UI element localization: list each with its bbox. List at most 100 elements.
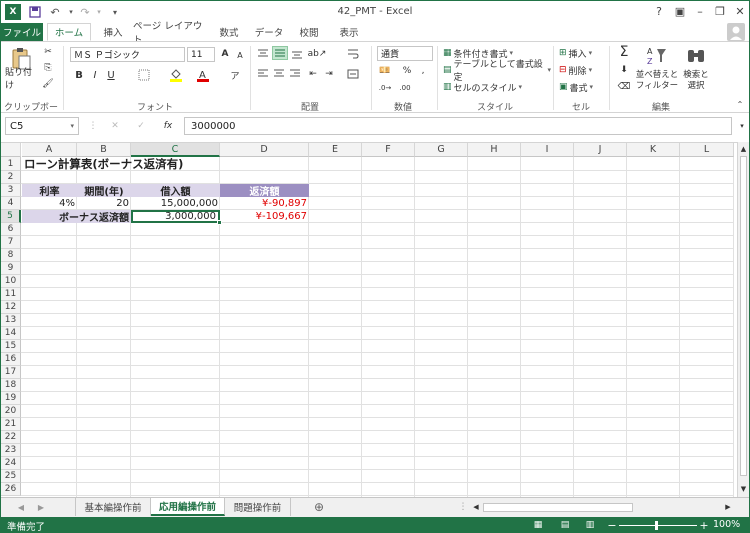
merge-center-icon[interactable] [346,68,360,80]
cell-d4[interactable]: ¥-90,897 [220,197,309,210]
align-top-icon[interactable] [256,48,270,60]
column-header-l[interactable]: L [680,143,734,157]
italic-button[interactable]: I [89,68,101,82]
increase-decimal-icon[interactable]: .0→ [377,82,393,94]
tab-formulas[interactable]: 数式 [211,23,247,41]
percent-button[interactable]: % [401,64,413,78]
formula-bar-grip-icon[interactable]: ⋮ [89,119,98,133]
shrink-font-button[interactable]: A [234,48,246,62]
clear-icon[interactable]: ⌫ [614,80,634,94]
row-header-20[interactable]: 20 [1,405,21,418]
format-as-table-button[interactable]: ▤ テーブルとして書式設定 ▾ [443,60,551,83]
row-header-2[interactable]: 2 [1,171,21,184]
minimize-button[interactable]: – [691,3,709,19]
restore-button[interactable]: ❐ [711,3,729,19]
row-header-12[interactable]: 12 [1,301,21,314]
name-box[interactable]: C5 ▾ [5,117,79,135]
column-header-b[interactable]: B [77,143,131,157]
align-bottom-icon[interactable] [290,48,304,60]
row-header-6[interactable]: 6 [1,223,21,236]
row-header-3[interactable]: 3 [1,184,21,197]
insert-cells-button[interactable]: ⊞ 挿入 ▾ [559,46,605,60]
format-cells-button[interactable]: ▣ 書式 ▾ [559,80,605,94]
ribbon-display-button[interactable]: ▣ [671,3,689,19]
help-button[interactable]: ? [650,3,668,19]
row-header-24[interactable]: 24 [1,457,21,470]
column-header-h[interactable]: H [468,143,521,157]
scroll-up-icon[interactable]: ▲ [738,144,749,154]
row-header-15[interactable]: 15 [1,340,21,353]
select-all-corner[interactable] [1,143,21,157]
bold-button[interactable]: B [73,68,85,82]
insert-function-button[interactable]: fx [159,119,177,133]
close-button[interactable]: ✕ [731,3,749,19]
sheet-tab-basic[interactable]: 基本編操作前 [75,498,151,516]
paste-button[interactable]: 貼り付け [5,68,39,91]
find-select-icon[interactable] [685,44,707,68]
zoom-in-button[interactable]: + [699,518,709,532]
autosum-icon[interactable]: Σ [614,44,634,60]
font-size-dropdown[interactable]: 11 [187,47,215,62]
copy-icon[interactable]: ⎘ [41,62,55,74]
row-header-18[interactable]: 18 [1,379,21,392]
font-color-icon[interactable]: A [195,68,211,82]
sort-filter-icon[interactable]: AZ [645,44,669,68]
column-header-c[interactable]: C [131,143,220,157]
row-header-17[interactable]: 17 [1,366,21,379]
cell-c5-selected[interactable]: 3,000,000 [131,210,220,223]
comma-button[interactable]: , [417,64,429,78]
column-header-d[interactable]: D [220,143,309,157]
row-header-11[interactable]: 11 [1,288,21,301]
zoom-slider-thumb[interactable] [655,521,658,530]
align-left-icon[interactable] [256,68,270,80]
accounting-format-icon[interactable]: 💴 [377,64,393,78]
sheet-tab-problem[interactable]: 問題操作前 [225,498,291,516]
row-header-16[interactable]: 16 [1,353,21,366]
scroll-right-icon[interactable]: ▶ [723,502,733,512]
zoom-out-button[interactable]: − [607,518,617,532]
align-middle-icon[interactable] [272,46,288,60]
cancel-entry-icon[interactable]: ✕ [107,119,123,133]
sheet-next-icon[interactable]: ▶ [35,501,47,513]
row-header-14[interactable]: 14 [1,327,21,340]
page-layout-view-icon[interactable]: ▤ [558,519,572,531]
fill-icon[interactable]: ⬇ [614,63,634,77]
sheet-tab-advanced-active[interactable]: 応用編操作前 [151,498,225,516]
tab-home[interactable]: ホーム [47,23,91,41]
row-header-8[interactable]: 8 [1,249,21,262]
name-box-dropdown-icon[interactable]: ▾ [70,122,74,130]
border-icon[interactable] [136,68,152,82]
row-header-22[interactable]: 22 [1,431,21,444]
row-header-25[interactable]: 25 [1,470,21,483]
decrease-decimal-icon[interactable]: .00 [397,82,413,94]
grow-font-button[interactable]: A [219,47,231,61]
tab-page-layout[interactable]: ページ レイアウト [133,21,205,46]
number-format-dropdown[interactable]: 通貨 [377,46,433,61]
avatar[interactable] [727,23,745,41]
expand-formula-bar-icon[interactable]: ▾ [736,119,748,133]
align-right-icon[interactable] [288,68,302,80]
vertical-scrollbar[interactable]: ▲ ▼ [737,142,749,497]
cell-d5[interactable]: ¥-109,667 [220,210,309,223]
row-header-9[interactable]: 9 [1,262,21,275]
wrap-text-icon[interactable] [346,48,360,60]
decrease-indent-icon[interactable]: ⇤ [306,68,320,80]
tab-data[interactable]: データ [251,23,287,41]
add-sheet-button[interactable]: ⊕ [311,500,327,514]
account-area[interactable] [656,26,716,38]
cell-c3[interactable]: 借入額 [131,184,220,198]
row-header-7[interactable]: 7 [1,236,21,249]
cell-a3[interactable]: 利率 [22,184,77,198]
row-header-1[interactable]: 1 [1,157,21,171]
cell-d3[interactable]: 返済額 [220,184,309,198]
scroll-left-icon[interactable]: ◀ [471,502,481,512]
find-select-button[interactable]: 検索と 選択 [679,70,713,92]
tab-review[interactable]: 校閲 [291,23,327,41]
scroll-down-icon[interactable]: ▼ [738,484,749,494]
zoom-level[interactable]: 100% [713,519,740,530]
collapse-ribbon-icon[interactable]: ⌃ [734,98,746,110]
normal-view-icon[interactable]: ▦ [531,519,545,531]
sheet-prev-icon[interactable]: ◀ [15,501,27,513]
column-header-j[interactable]: J [574,143,627,157]
vertical-scroll-thumb[interactable] [740,156,747,476]
